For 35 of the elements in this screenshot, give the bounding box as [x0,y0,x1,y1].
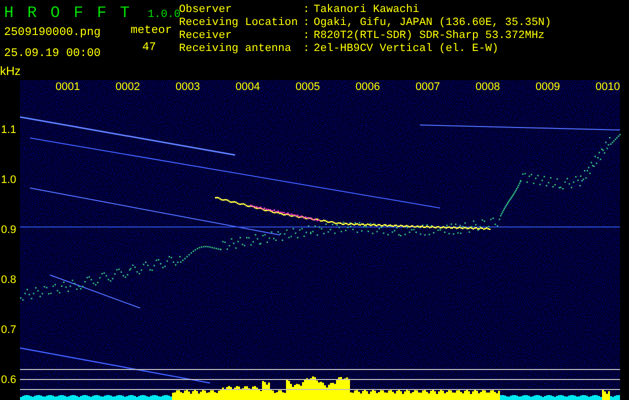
info-label: Receiving Location [179,17,299,30]
axis-tick-label: 0.6 [1,374,16,386]
version-label: 1.0.0 [148,9,181,21]
axis-tick-label: 0007 [416,81,440,93]
meteor-label: meteor [130,24,172,37]
axis-tick-label: 0004 [236,81,260,93]
axis-tick-label: 0009 [536,81,560,93]
axis-tick-label: 0.8 [1,274,16,286]
axis-tick-label: 0005 [296,81,320,93]
axis-tick-label: 1.1 [1,124,16,136]
info-value: R820T2(RTL-SDR) SDR-Sharp 53.372MHz [314,30,545,43]
info-value: 2el-HB9CV Vertical (el. E-W) [314,43,498,56]
axis-tick-label: 0010 [596,81,620,93]
separator-colon: : [303,43,310,56]
separator-colon: : [303,30,310,43]
axis-tick-label: 0.7 [1,324,16,336]
file-name: 2509190000.png [4,26,101,39]
axis-tick-label: 0002 [116,81,140,93]
axis-tick-label: 0008 [476,81,500,93]
info-value: Takanori Kawachi [314,4,420,17]
axis-unit: kHz [0,63,21,80]
app-title: H R O F F T [4,4,132,22]
axis-tick-label: 0006 [356,81,380,93]
info-label: Observer [179,4,233,16]
info-value: Ogaki, Gifu, JAPAN (136.60E, 35.35N) [314,17,552,30]
separator-colon: : [303,4,310,17]
timestamp: 25.09.19 00:00 [4,47,101,60]
separator-colon: : [303,17,310,30]
info-label: Receiver [179,30,233,43]
meteor-count: 47 [142,41,157,54]
axis-tick-label: 1.0 [1,174,16,186]
axis-tick-label: 0003 [176,81,200,93]
axis-tick-label: 0001 [56,81,80,93]
axis-tick-label: 0.9 [1,224,16,236]
info-label: Receiving antenna [179,43,292,56]
